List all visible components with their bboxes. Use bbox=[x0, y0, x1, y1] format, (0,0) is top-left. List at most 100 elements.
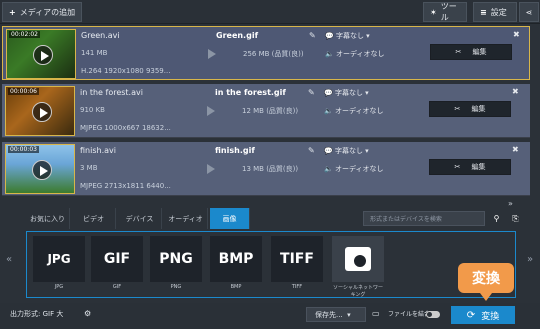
speaker-icon: 🔈 bbox=[325, 50, 336, 58]
bmp-icon: BMP bbox=[210, 236, 262, 282]
convert-button[interactable]: ⟳ 変換 bbox=[451, 306, 515, 324]
settings-button[interactable]: ≡ 設定 bbox=[473, 2, 517, 22]
output-file-name: in the forest.gif bbox=[215, 88, 286, 97]
gif-icon: GIF bbox=[91, 236, 143, 282]
gear-icon[interactable]: ⚙ bbox=[84, 309, 91, 318]
source-file-name: Green.avi bbox=[81, 31, 120, 40]
file-row[interactable]: 00:00:06 in the forest.avi 910 KB MJPEG … bbox=[2, 84, 530, 138]
tiff-icon: TIFF bbox=[271, 236, 323, 282]
source-file-name: finish.avi bbox=[80, 146, 116, 155]
merge-files-toggle[interactable] bbox=[426, 311, 440, 318]
play-icon[interactable] bbox=[32, 102, 52, 122]
format-caption: TIFF bbox=[291, 284, 303, 290]
scroll-left-icon[interactable]: « bbox=[6, 254, 12, 265]
speaker-icon: 🔈 bbox=[324, 165, 335, 173]
subtitle-dropdown[interactable]: 💬 字幕なし ▾ bbox=[324, 146, 369, 156]
arrow-icon bbox=[207, 106, 215, 116]
source-file-info: MJPEG 2713x1811 6440... bbox=[80, 182, 171, 190]
audio-dropdown[interactable]: 🔈 オーディオなし bbox=[324, 106, 383, 116]
arrow-icon bbox=[208, 49, 216, 59]
format-png[interactable]: PNG PNG bbox=[150, 236, 202, 290]
edit-button[interactable]: ✂ 編集 bbox=[429, 101, 511, 117]
scissors-icon: ✂ bbox=[455, 48, 473, 56]
duration: 00:02:02 bbox=[9, 31, 40, 38]
duration: 00:00:03 bbox=[8, 146, 39, 153]
audio-dropdown[interactable]: 🔈 オーディオなし bbox=[324, 164, 383, 174]
format-gallery: JPG JPG GIF GIF PNG PNG BMP BMP TIFF TIF… bbox=[26, 231, 516, 298]
format-caption: PNG bbox=[170, 284, 182, 290]
speaker-icon: 🔈 bbox=[324, 107, 335, 115]
add-media-label: メディアの追加 bbox=[19, 7, 76, 17]
device-scan-icon[interactable]: ⎘ bbox=[508, 211, 523, 226]
source-file-size: 141 MB bbox=[81, 49, 108, 57]
file-row[interactable]: 00:00:03 finish.avi 3 MB MJPEG 2713x1811… bbox=[2, 142, 530, 196]
scissors-icon: ✂ bbox=[454, 163, 472, 171]
remove-file-icon[interactable]: ✖ bbox=[513, 30, 520, 39]
format-jpg[interactable]: JPG JPG bbox=[33, 236, 85, 290]
tab-devices[interactable]: デバイス bbox=[118, 208, 162, 229]
tools-label: ツール bbox=[440, 2, 457, 22]
plus-icon: + bbox=[9, 7, 16, 17]
scroll-right-icon[interactable]: » bbox=[527, 254, 533, 265]
settings-label: 設定 bbox=[490, 7, 507, 17]
save-to-dropdown[interactable]: 保存先... ▾ bbox=[306, 307, 366, 322]
remove-file-icon[interactable]: ✖ bbox=[512, 87, 519, 96]
add-media-button[interactable]: + メディアの追加 bbox=[2, 2, 83, 22]
format-search-input[interactable]: 形式またはデバイスを検索 bbox=[363, 211, 485, 226]
share-icon: ⋖ bbox=[525, 7, 533, 17]
file-list: 00:02:02 Green.avi 141 MB H.264 1920x108… bbox=[2, 26, 530, 198]
play-icon[interactable] bbox=[33, 45, 53, 65]
scissors-icon: ✂ bbox=[454, 105, 472, 113]
video-thumbnail[interactable]: 00:00:03 bbox=[5, 144, 75, 194]
format-tiff[interactable]: TIFF TIFF bbox=[271, 236, 323, 290]
arrow-icon bbox=[207, 164, 215, 174]
folder-icon[interactable]: ▭ bbox=[372, 309, 380, 318]
camera-icon bbox=[345, 247, 371, 271]
format-caption: GIF bbox=[112, 284, 122, 290]
magic-wand-icon: ✶ bbox=[430, 7, 437, 17]
menu-icon: ≡ bbox=[480, 7, 487, 17]
audio-dropdown[interactable]: 🔈 オーディオなし bbox=[325, 49, 384, 59]
convert-callout: 変換 bbox=[458, 263, 514, 301]
source-file-info: MJPEG 1000x667 18632... bbox=[80, 124, 171, 132]
tab-favorites[interactable]: お気に入り bbox=[26, 208, 70, 229]
file-row[interactable]: 00:02:02 Green.avi 141 MB H.264 1920x108… bbox=[2, 26, 530, 80]
source-file-size: 3 MB bbox=[80, 164, 98, 172]
subtitle-dropdown[interactable]: 💬 字幕なし ▾ bbox=[325, 31, 370, 41]
video-thumbnail[interactable]: 00:02:02 bbox=[6, 29, 76, 79]
format-caption: BMP bbox=[230, 284, 242, 290]
format-caption: JPG bbox=[54, 284, 64, 290]
jpg-icon: JPG bbox=[33, 236, 85, 282]
output-file-size: 12 MB (品質(良)) bbox=[242, 107, 299, 115]
format-social[interactable]: ソーシャルネットワーキング bbox=[332, 236, 384, 298]
pencil-icon[interactable]: ✎ bbox=[309, 31, 316, 40]
search-icon[interactable]: ⚲ bbox=[489, 211, 504, 226]
output-file-name: Green.gif bbox=[216, 31, 259, 40]
video-thumbnail[interactable]: 00:00:06 bbox=[5, 86, 75, 136]
pencil-icon[interactable]: ✎ bbox=[308, 88, 315, 97]
format-gif[interactable]: GIF GIF bbox=[91, 236, 143, 290]
source-file-name: in the forest.avi bbox=[80, 88, 143, 97]
tab-video[interactable]: ビデオ bbox=[72, 208, 116, 229]
subtitle-icon: 💬 bbox=[325, 32, 336, 40]
edit-button[interactable]: ✂ 編集 bbox=[429, 159, 511, 175]
remove-file-icon[interactable]: ✖ bbox=[512, 145, 519, 154]
tab-audio[interactable]: オーディオ bbox=[164, 208, 208, 229]
collapse-chevron-icon[interactable]: » bbox=[508, 199, 513, 208]
duration: 00:00:06 bbox=[8, 88, 39, 95]
convert-icon: ⟳ bbox=[466, 309, 476, 321]
tools-button[interactable]: ✶ ツール bbox=[423, 2, 467, 22]
share-button[interactable]: ⋖ bbox=[519, 2, 539, 22]
tab-images[interactable]: 画像 bbox=[210, 208, 250, 229]
play-icon[interactable] bbox=[32, 160, 52, 180]
source-file-size: 910 KB bbox=[80, 106, 105, 114]
pencil-icon[interactable]: ✎ bbox=[308, 146, 315, 155]
format-caption: ソーシャルネットワーキング bbox=[333, 285, 383, 298]
subtitle-dropdown[interactable]: 💬 字幕なし ▾ bbox=[324, 88, 369, 98]
edit-button[interactable]: ✂ 編集 bbox=[430, 44, 512, 60]
output-file-name: finish.gif bbox=[215, 146, 255, 155]
output-format-label: 出力形式: GIF 大 bbox=[10, 310, 64, 318]
format-bmp[interactable]: BMP BMP bbox=[210, 236, 262, 290]
merge-files-label: ファイルを結合 bbox=[388, 311, 431, 318]
png-icon: PNG bbox=[150, 236, 202, 282]
